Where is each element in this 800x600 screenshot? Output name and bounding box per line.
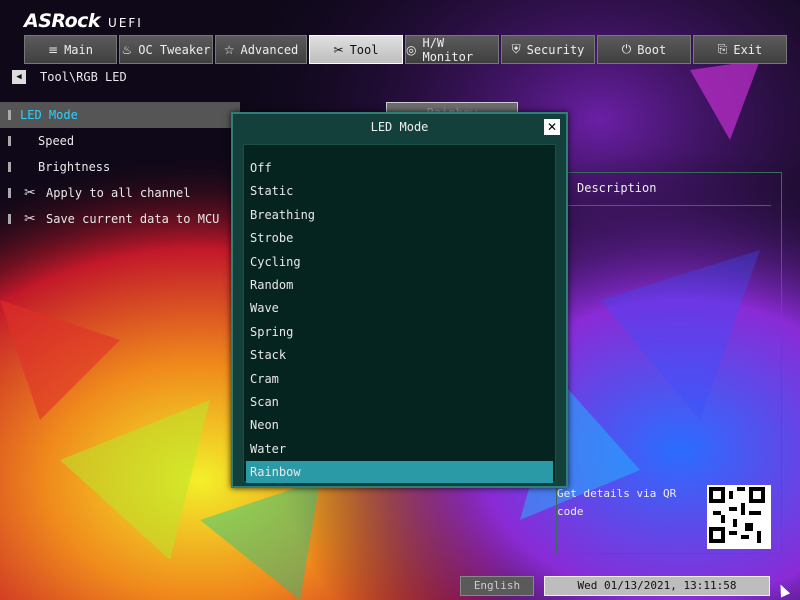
tab-label: H/W Monitor bbox=[422, 35, 474, 64]
tab-label: Advanced bbox=[240, 42, 299, 57]
led-mode-option-stack[interactable]: Stack bbox=[246, 344, 553, 366]
tab-label: Boot bbox=[637, 42, 667, 57]
wrench-icon: ✂ bbox=[24, 185, 36, 201]
menu-item-save-current-data-to-mcu[interactable]: ✂ Save current data to MCU bbox=[0, 206, 240, 232]
menu-item-apply-to-all-channel[interactable]: ✂ Apply to all channel bbox=[0, 180, 240, 206]
led-mode-option-scan[interactable]: Scan bbox=[246, 391, 553, 413]
row-marker bbox=[8, 162, 11, 172]
led-mode-dialog: LED Mode ✕ Off Static Breathing Strobe Cycli… bbox=[231, 112, 568, 488]
tab-label: Exit bbox=[733, 42, 763, 57]
led-mode-option-neon[interactable]: Neon bbox=[246, 414, 553, 436]
tab-oc-tweaker[interactable]: ♨ OC Tweaker bbox=[119, 35, 213, 64]
top-tab-bar: ≡ Main ♨ OC Tweaker ☆ Advanced ✂ Tool ◎ H/W Monit… bbox=[24, 35, 787, 64]
uefi-label: UEFI bbox=[108, 16, 143, 30]
tab-label: Tool bbox=[349, 42, 379, 57]
led-mode-option-static[interactable]: Static bbox=[246, 180, 553, 202]
tab-label: Main bbox=[64, 42, 93, 57]
tab-boot[interactable]: ⏻ Boot bbox=[597, 35, 691, 64]
dialog-title: LED Mode bbox=[370, 120, 429, 134]
led-mode-option-strobe[interactable]: Strobe bbox=[246, 227, 553, 249]
description-title: Description bbox=[577, 181, 657, 195]
led-mode-option-water[interactable]: Water bbox=[246, 438, 553, 460]
tab-icon: ☆ bbox=[223, 42, 235, 57]
tab-exit[interactable]: ⎘ Exit bbox=[693, 35, 787, 64]
led-mode-option-breathing[interactable]: Breathing bbox=[246, 204, 553, 226]
menu-item-led-mode[interactable]: LED Mode bbox=[0, 102, 240, 128]
breadcrumb-path: Tool\RGB LED bbox=[40, 70, 127, 84]
breadcrumb: ◀ Tool\RGB LED bbox=[12, 70, 127, 84]
led-mode-option-cycling[interactable]: Cycling bbox=[246, 251, 553, 273]
qr-hint-text: Get details via QR code bbox=[557, 487, 677, 518]
menu-item-speed[interactable]: Speed bbox=[0, 128, 240, 154]
wrench-icon: ✂ bbox=[24, 211, 36, 227]
description-divider bbox=[557, 205, 771, 206]
menu-item-label: Speed bbox=[38, 134, 75, 148]
settings-menu: LED Mode Speed Brightness ✂ Apply to all cha… bbox=[0, 102, 240, 232]
tab-advanced[interactable]: ☆ Advanced bbox=[215, 35, 307, 64]
datetime-display: Wed 01/13/2021, 13:11:58 bbox=[544, 576, 770, 596]
led-mode-option-random[interactable]: Random bbox=[246, 274, 553, 296]
tab-security[interactable]: ⛨ Security bbox=[501, 35, 595, 64]
led-mode-option-wave[interactable]: Wave bbox=[246, 297, 553, 319]
row-marker bbox=[8, 188, 11, 198]
menu-item-label: Save current data to MCU bbox=[46, 212, 220, 226]
led-mode-option-list: Off Static Breathing Strobe Cycling Random Wav… bbox=[243, 144, 556, 484]
tab-icon: ♨ bbox=[121, 42, 133, 57]
qr-code-icon bbox=[707, 485, 771, 549]
tab-label: OC Tweaker bbox=[138, 42, 211, 57]
led-mode-option-rainbow[interactable]: Rainbow bbox=[246, 461, 553, 484]
row-marker bbox=[8, 110, 11, 120]
menu-item-label: Apply to all channel bbox=[46, 186, 191, 200]
tab-icon: ⎘ bbox=[717, 42, 728, 56]
description-panel: Description Get details via QR code bbox=[556, 172, 782, 554]
back-arrow-icon[interactable]: ◀ bbox=[12, 70, 26, 84]
led-mode-option-off[interactable]: Off bbox=[246, 157, 553, 179]
row-marker bbox=[8, 214, 11, 224]
tab-label: Security bbox=[526, 42, 585, 57]
row-marker bbox=[8, 136, 11, 146]
tab-icon: ⛨ bbox=[511, 42, 521, 56]
menu-item-label: LED Mode bbox=[20, 108, 78, 122]
tab-tool[interactable]: ✂ Tool bbox=[309, 35, 403, 64]
language-button[interactable]: English bbox=[460, 576, 534, 596]
led-mode-option-cram[interactable]: Cram bbox=[246, 368, 553, 390]
asrock-logo: ASRock UEFI bbox=[24, 8, 143, 32]
brand-name: ASRock bbox=[24, 10, 101, 32]
close-icon[interactable]: ✕ bbox=[544, 119, 560, 135]
menu-item-label: Brightness bbox=[38, 160, 111, 174]
led-mode-option-spring[interactable]: Spring bbox=[246, 321, 553, 343]
tab-icon: ✂ bbox=[333, 42, 344, 57]
tab-h-w-monitor[interactable]: ◎ H/W Monitor bbox=[405, 35, 499, 64]
menu-item-brightness[interactable]: Brightness bbox=[0, 154, 240, 180]
tab-main[interactable]: ≡ Main bbox=[24, 35, 117, 64]
tab-icon: ◎ bbox=[406, 42, 417, 57]
tab-icon: ⏻ bbox=[621, 42, 632, 56]
tab-icon: ≡ bbox=[48, 42, 59, 57]
